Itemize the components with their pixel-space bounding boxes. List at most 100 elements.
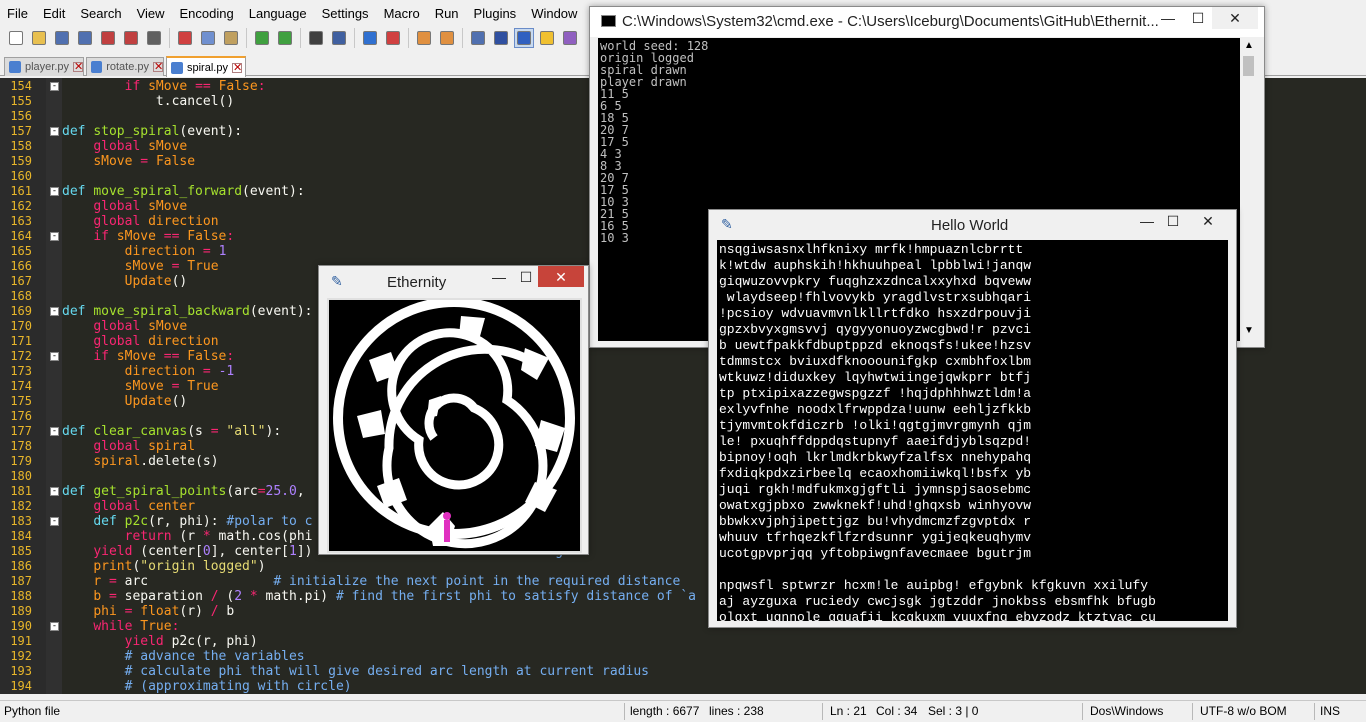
code-line: sMove = False — [93, 154, 196, 169]
paste-icon — [224, 31, 238, 45]
menu-item[interactable]: Macro — [377, 4, 428, 24]
fold-toggle-icon[interactable]: - — [50, 622, 59, 631]
maximize-button[interactable]: ☐ — [1183, 7, 1213, 29]
minimize-button[interactable]: — — [484, 266, 514, 288]
menu-item[interactable]: View — [130, 4, 173, 24]
text-line: k!wtdw auphskih!hkhuuhpeal lpbblwi!janqw — [719, 258, 1032, 273]
close-button[interactable] — [98, 28, 118, 48]
replace-button[interactable] — [329, 28, 349, 48]
menu-item[interactable]: Settings — [315, 4, 377, 24]
line-number: 176 — [10, 409, 32, 423]
tab-close-icon[interactable]: ✕ — [231, 62, 242, 73]
file-icon — [171, 61, 183, 74]
ethernity-window[interactable]: ✎ Ethernity — ☐ ✕ — [318, 265, 589, 555]
tab-player[interactable]: player.py ✕ — [4, 57, 84, 76]
maximize-button[interactable]: ☐ — [511, 266, 541, 288]
status-bar: Python file length : 6677 lines : 238 Ln… — [0, 700, 1366, 722]
menu-item[interactable]: Language — [242, 4, 315, 24]
status-insert-mode: INS — [1320, 704, 1341, 718]
show-all-chars-button[interactable] — [491, 28, 511, 48]
tab-close-icon[interactable]: ✕ — [73, 62, 83, 73]
word-wrap-button[interactable] — [468, 28, 488, 48]
line-number: 185 — [10, 544, 32, 558]
redo-button[interactable] — [275, 28, 295, 48]
function-list-button[interactable] — [560, 28, 580, 48]
minimize-button[interactable]: — — [1153, 7, 1183, 29]
fold-toggle-icon[interactable]: - — [50, 187, 59, 196]
fold-toggle-icon[interactable]: - — [50, 127, 59, 136]
line-number: 180 — [10, 469, 32, 483]
cut-button[interactable] — [175, 28, 195, 48]
hello-title-bar[interactable]: ✎ Hello World — ☐ ✕ — [709, 210, 1236, 240]
word-wrap-icon — [471, 31, 485, 45]
close-all-button[interactable] — [121, 28, 141, 48]
scroll-thumb[interactable] — [1243, 56, 1254, 76]
code-line: # advance the variables — [124, 649, 305, 664]
menu-item[interactable]: Plugins — [467, 4, 525, 24]
doc-map-button[interactable] — [537, 28, 557, 48]
code-line: Update() — [124, 274, 188, 289]
cmd-title: C:\Windows\System32\cmd.exe - C:\Users\I… — [622, 13, 1159, 30]
line-number: 168 — [10, 289, 32, 303]
find-button[interactable] — [306, 28, 326, 48]
game-canvas[interactable] — [327, 298, 582, 553]
cmd-icon — [601, 15, 616, 27]
find-icon — [309, 31, 323, 45]
menu-item[interactable]: Run — [428, 4, 467, 24]
menu-item[interactable]: Window — [524, 4, 585, 24]
code-line: def move_spiral_backward(event): — [62, 304, 313, 319]
sync-vertical-button[interactable] — [414, 28, 434, 48]
line-number: 171 — [10, 334, 32, 348]
text-line: b uewtfpakkfdbuptppzd eknoqsfs!ukee!hzsv — [719, 338, 1032, 353]
text-line: tdmmstcx bviuxdfknooounifgkp cxmbhfoxlbm — [719, 354, 1032, 369]
scroll-up-arrow-icon[interactable]: ▲ — [1244, 40, 1254, 51]
tab-label: spiral.py — [187, 61, 228, 74]
tab-rotate[interactable]: rotate.py ✕ — [86, 57, 164, 76]
code-line: global sMove — [93, 199, 188, 214]
tab-spiral[interactable]: spiral.py ✕ — [166, 56, 246, 77]
sync-horizontal-button[interactable] — [437, 28, 457, 48]
line-number: 154 — [10, 79, 32, 93]
save-all-button[interactable] — [75, 28, 95, 48]
new-file-icon — [9, 31, 23, 45]
sync-horizontal-icon — [440, 31, 454, 45]
menu-item[interactable]: Edit — [36, 4, 73, 24]
zoom-out-button[interactable] — [383, 28, 403, 48]
print-button[interactable] — [144, 28, 164, 48]
scroll-down-arrow-icon[interactable]: ▼ — [1244, 325, 1254, 336]
text-line: giqwuzovvpkry fuqghzxzdncalxxyhxd bqveww — [719, 274, 1032, 289]
tab-close-icon[interactable]: ✕ — [153, 62, 163, 73]
menu-item[interactable]: Search — [73, 4, 129, 24]
new-file-button[interactable] — [6, 28, 26, 48]
zoom-in-button[interactable] — [360, 28, 380, 48]
copy-button[interactable] — [198, 28, 218, 48]
undo-button[interactable] — [252, 28, 272, 48]
toolbar-separator — [169, 28, 170, 48]
menu-item[interactable]: File — [0, 4, 36, 24]
fold-toggle-icon[interactable]: - — [50, 487, 59, 496]
code-line: global spiral — [93, 439, 196, 454]
save-button[interactable] — [52, 28, 72, 48]
cmd-title-bar[interactable]: C:\Windows\System32\cmd.exe - C:\Users\I… — [590, 7, 1264, 37]
fold-toggle-icon[interactable]: - — [50, 82, 59, 91]
open-file-button[interactable] — [29, 28, 49, 48]
hello-world-window[interactable]: ✎ Hello World — ☐ ✕ nsqgiwsasnxlhfknixy … — [708, 209, 1237, 628]
close-button[interactable]: ✕ — [1185, 210, 1231, 232]
menu-item[interactable]: Encoding — [173, 4, 242, 24]
maximize-button[interactable]: ☐ — [1158, 210, 1188, 232]
ethernity-title-bar[interactable]: ✎ Ethernity — ☐ ✕ — [319, 266, 588, 296]
fold-toggle-icon[interactable]: - — [50, 427, 59, 436]
indent-guide-button[interactable] — [514, 28, 534, 48]
line-number: 167 — [10, 274, 32, 288]
close-button[interactable]: ✕ — [1212, 7, 1258, 29]
fold-toggle-icon[interactable]: - — [50, 517, 59, 526]
vertical-scrollbar[interactable]: ▲ ▼ — [1240, 38, 1257, 341]
hello-text-area[interactable]: nsqgiwsasnxlhfknixy mrfk!hmpuaznlcbrrtt k… — [717, 240, 1228, 621]
fold-toggle-icon[interactable]: - — [50, 232, 59, 241]
fold-toggle-icon[interactable]: - — [50, 352, 59, 361]
status-col: Col : 34 — [876, 704, 918, 718]
open-file-icon — [32, 31, 46, 45]
paste-button[interactable] — [221, 28, 241, 48]
close-button[interactable]: ✕ — [538, 266, 584, 287]
fold-toggle-icon[interactable]: - — [50, 307, 59, 316]
